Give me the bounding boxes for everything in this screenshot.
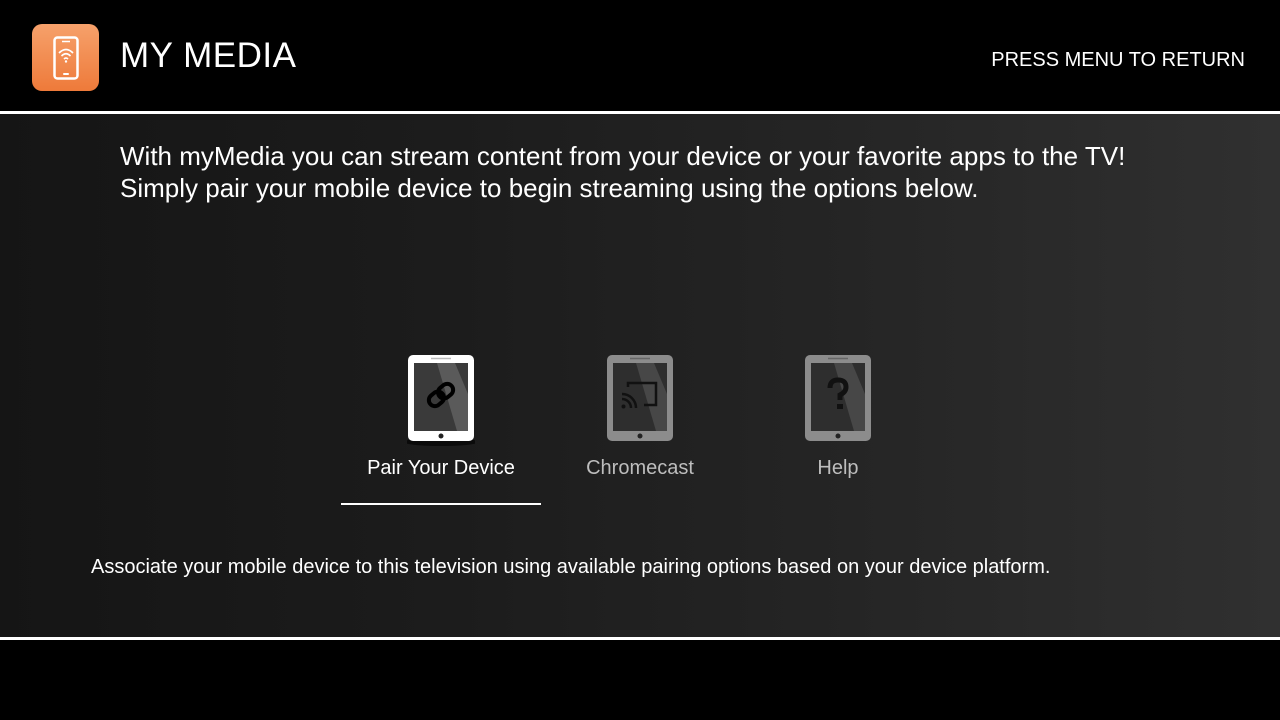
- option-label: Chromecast: [586, 457, 694, 479]
- tablet-link-icon: [403, 354, 479, 446]
- option-label: Pair Your Device: [367, 457, 515, 479]
- footer-bar: [0, 640, 1280, 720]
- phone-wifi-icon: [32, 24, 99, 91]
- option-pair-your-device[interactable]: Pair Your Device: [341, 354, 541, 484]
- menu-return-hint: PRESS MENU TO RETURN: [991, 49, 1245, 71]
- intro-text: With myMedia you can stream content from…: [120, 141, 1126, 203]
- option-chromecast[interactable]: Chromecast: [540, 354, 740, 484]
- selection-underline: [341, 503, 541, 505]
- page-title: MY MEDIA: [120, 36, 297, 75]
- my-media-screen: MY MEDIA PRESS MENU TO RETURN With myMed…: [0, 0, 1280, 720]
- header-bar: MY MEDIA PRESS MENU TO RETURN: [0, 0, 1280, 111]
- tablet-question-icon: [804, 354, 872, 442]
- content-panel: With myMedia you can stream content from…: [0, 114, 1280, 637]
- option-help[interactable]: Help: [738, 354, 938, 484]
- tablet-cast-icon: [606, 354, 674, 442]
- option-description: Associate your mobile device to this tel…: [91, 556, 1051, 578]
- option-label: Help: [817, 457, 859, 479]
